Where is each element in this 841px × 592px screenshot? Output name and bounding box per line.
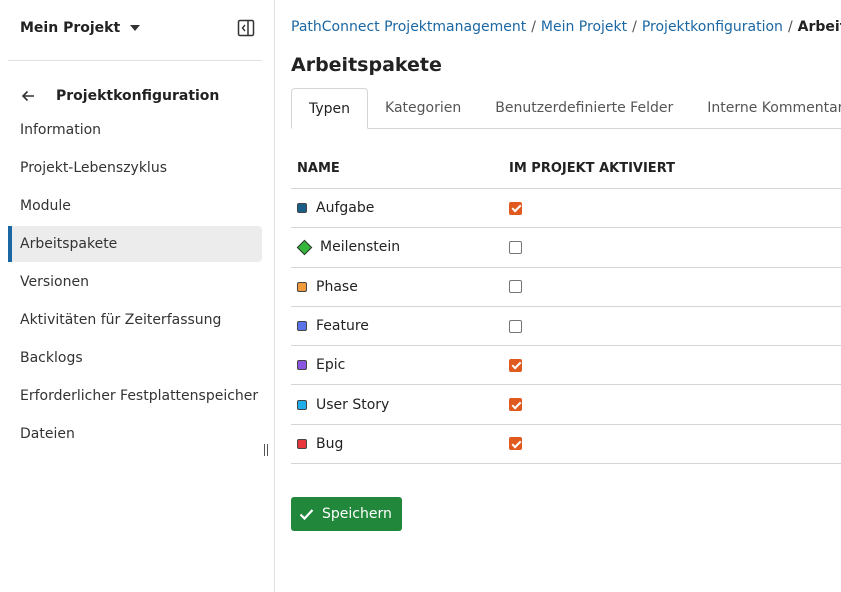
type-name-cell: Epic: [291, 357, 509, 373]
arrow-left-icon: [21, 90, 34, 102]
sidebar-item-label: Arbeitspakete: [20, 236, 118, 252]
enabled-checkbox[interactable]: [509, 437, 522, 451]
type-name: Epic: [316, 357, 346, 374]
sidebar-item-module[interactable]: Module: [8, 188, 262, 224]
type-name-cell: Meilenstein: [291, 239, 509, 255]
main-content: PathConnect Projektmanagement / Mein Proje…: [291, 0, 841, 592]
type-name: User Story: [316, 396, 390, 413]
enabled-checkbox[interactable]: [509, 358, 522, 372]
save-button[interactable]: Speichern: [291, 497, 402, 531]
sidebar-item-arbeitspakete[interactable]: Arbeitspakete: [8, 226, 262, 262]
sidebar: Mein Projekt Projektkonfiguration Inform…: [0, 0, 275, 592]
sidebar-item-label: Module: [20, 198, 71, 214]
enabled-checkbox[interactable]: [509, 319, 522, 333]
table-header: NAME IM PROJEKT AKTIVIERT: [291, 148, 841, 189]
breadcrumb-link[interactable]: Projektkonfiguration: [642, 19, 783, 35]
table-row: Feature: [291, 307, 841, 347]
enabled-checkbox[interactable]: [509, 280, 522, 294]
enabled-checkbox[interactable]: [509, 201, 522, 215]
types-table: NAME IM PROJEKT AKTIVIERT Aufgabe Meilens…: [291, 148, 841, 465]
type-name-cell: Feature: [291, 318, 509, 334]
enabled-cell: [509, 437, 522, 451]
table-row: Phase: [291, 268, 841, 307]
enabled-cell: [509, 398, 522, 412]
enabled-checkbox[interactable]: [509, 398, 522, 412]
breadcrumb-separator: /: [787, 19, 793, 35]
type-name: Feature: [316, 318, 369, 335]
sidebar-menu: Information Projekt-Lebenszyklus Module Arb…: [8, 112, 262, 454]
sidebar-item-projekt-lebenszyklus[interactable]: Projekt-Lebenszyklus: [8, 150, 262, 186]
color-swatch-icon: [297, 399, 307, 410]
enabled-cell: [509, 280, 522, 294]
color-swatch-icon: [297, 438, 307, 449]
color-swatch-icon: [297, 203, 307, 214]
color-swatch-icon: [297, 321, 307, 332]
sidebar-item-versionen[interactable]: Versionen: [8, 264, 262, 300]
collapse-sidebar-icon[interactable]: [237, 19, 255, 37]
sidebar-item-label: Versionen: [20, 274, 89, 290]
type-name: Phase: [316, 278, 358, 295]
project-name: Mein Projekt: [20, 20, 121, 36]
sidebar-item-dateien[interactable]: Dateien: [8, 416, 262, 452]
sidebar-item-label: Backlogs: [20, 350, 83, 366]
table-row: User Story: [291, 385, 841, 425]
sidebar-item-label: Projekt-Lebenszyklus: [20, 160, 167, 176]
table-row: Meilenstein: [291, 228, 841, 268]
type-name-cell: Phase: [291, 279, 509, 295]
sidebar-item-label: Information: [20, 122, 102, 138]
checkmark-icon: [299, 508, 314, 520]
sidebar-divider: [8, 60, 262, 61]
type-name-cell: Aufgabe: [291, 200, 509, 216]
sidebar-item-backlogs[interactable]: Backlogs: [8, 340, 262, 376]
save-button-label: Speichern: [322, 506, 392, 522]
breadcrumb-separator: /: [632, 19, 637, 35]
enabled-cell: [509, 358, 522, 372]
tab-bar: Typen Kategorien Benutzerdefinierte Feld…: [291, 88, 841, 129]
color-swatch-icon: [297, 281, 307, 292]
chevron-down-icon: [130, 25, 141, 31]
enabled-cell: [509, 240, 522, 254]
breadcrumb-link[interactable]: Mein Projekt: [541, 19, 627, 35]
back-to-project-configuration[interactable]: Projektkonfiguration: [20, 86, 219, 106]
enabled-cell: [509, 201, 522, 215]
type-name: Bug: [316, 435, 344, 452]
diamond-color-icon: [296, 239, 313, 256]
color-swatch-icon: [297, 360, 307, 371]
enabled-checkbox[interactable]: [509, 240, 522, 254]
tab-typen[interactable]: Typen: [291, 88, 369, 129]
tab-interne-kommentare[interactable]: Interne Kommentare: [690, 88, 841, 128]
type-name: Meilenstein: [320, 239, 401, 256]
type-name: Aufgabe: [316, 200, 375, 217]
sidebar-item-erforderlicher-festplattenspeicher[interactable]: Erforderlicher Festplattenspeicher: [8, 378, 262, 414]
sidebar-section-title: Projektkonfiguration: [56, 88, 220, 104]
table-body: Aufgabe Meilenstein Phase Feature Epic User S…: [291, 189, 841, 465]
page-title: Arbeitspakete: [291, 54, 442, 76]
type-name-cell: Bug: [291, 436, 509, 452]
project-selector[interactable]: Mein Projekt: [20, 16, 256, 40]
sidebar-item-information[interactable]: Information: [8, 112, 262, 148]
tab-kategorien[interactable]: Kategorien: [368, 88, 478, 128]
sidebar-item-label: Aktivitäten für Zeiterfassung: [20, 312, 222, 328]
sidebar-item-aktivitäten-für-zeiterfassung[interactable]: Aktivitäten für Zeiterfassung: [8, 302, 262, 338]
sidebar-item-label: Erforderlicher Festplattenspeicher: [20, 388, 259, 404]
breadcrumb-current: Arbeitspa: [797, 19, 841, 35]
enabled-cell: [509, 319, 522, 333]
table-row: Epic: [291, 346, 841, 386]
breadcrumb-link[interactable]: PathConnect Projektmanagement: [291, 19, 526, 35]
type-name-cell: User Story: [291, 397, 509, 413]
breadcrumb: PathConnect Projektmanagement / Mein Proje…: [291, 19, 841, 35]
table-row: Aufgabe: [291, 189, 841, 229]
column-header-name: NAME: [297, 160, 340, 176]
resize-handle-icon[interactable]: [264, 444, 270, 458]
breadcrumb-separator: /: [531, 19, 536, 35]
table-row: Bug: [291, 425, 841, 465]
column-header-activated: IM PROJEKT AKTIVIERT: [509, 160, 675, 176]
sidebar-item-label: Dateien: [20, 426, 75, 442]
tab-benutzerdefinierte-felder[interactable]: Benutzerdefinierte Felder: [478, 88, 690, 128]
